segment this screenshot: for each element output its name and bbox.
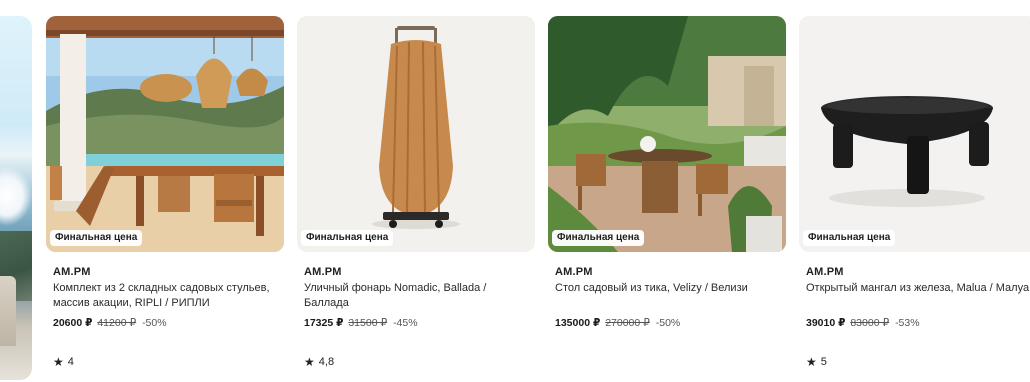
- product-image-clouds: [0, 166, 32, 226]
- brand-name[interactable]: AM.PM: [53, 266, 91, 278]
- discount-percent: -53%: [895, 317, 920, 329]
- price-row: 135000 ₽ 270000 ₽ -50%: [555, 317, 680, 329]
- product-image-chair: [0, 276, 16, 346]
- product-title[interactable]: Открытый мангал из железа, Malua / Малуа: [806, 281, 1030, 296]
- price-row: 20600 ₽ 41200 ₽ -50%: [53, 317, 167, 329]
- old-price: 83000 ₽: [850, 317, 890, 329]
- discount-percent: -50%: [142, 317, 167, 329]
- current-price: 39010 ₽: [806, 317, 846, 329]
- star-icon: ★: [806, 355, 817, 369]
- final-price-badge: Финальная цена: [301, 230, 394, 246]
- product-title[interactable]: Стол садовый из тика, Velizy / Велизи: [555, 281, 780, 296]
- rating: ★ 4,8: [304, 356, 334, 368]
- old-price: 41200 ₽: [97, 317, 137, 329]
- current-price: 20600 ₽: [53, 317, 93, 329]
- product-image[interactable]: Финальная цена: [799, 16, 1030, 252]
- discount-percent: -50%: [655, 317, 681, 329]
- old-price: 31500 ₽: [348, 317, 388, 329]
- brand-name[interactable]: AM.PM: [555, 266, 593, 278]
- rating-value: 5: [820, 356, 827, 368]
- product-card[interactable]: Финальная цена AM.PM Открытый мангал из …: [799, 16, 1030, 380]
- old-price: 270000 ₽: [605, 317, 650, 329]
- final-price-badge: Финальная цена: [50, 230, 143, 246]
- product-card[interactable]: Финальная цена AM.PM Уличный фонарь Noma…: [297, 16, 535, 380]
- star-icon: ★: [53, 355, 64, 369]
- product-image[interactable]: Финальная цена: [46, 16, 284, 252]
- product-image[interactable]: Финальная цена: [548, 16, 786, 252]
- current-price: 135000 ₽: [555, 317, 601, 329]
- current-price: 17325 ₽: [304, 317, 344, 329]
- rating-value: 4: [67, 356, 74, 368]
- rating-value: 4,8: [318, 356, 335, 368]
- previous-product-card[interactable]: [0, 16, 32, 380]
- final-price-badge: Финальная цена: [803, 230, 896, 246]
- price-row: 17325 ₽ 31500 ₽ -45%: [304, 317, 418, 329]
- product-card[interactable]: Финальная цена AM.PM Комплект из 2 склад…: [46, 16, 284, 380]
- brand-name[interactable]: AM.PM: [304, 266, 342, 278]
- rating: ★ 5: [806, 356, 827, 368]
- final-price-badge: Финальная цена: [552, 230, 645, 246]
- rating: ★ 4: [53, 356, 74, 368]
- product-title[interactable]: Комплект из 2 складных садовых стульев, …: [53, 281, 278, 311]
- product-card[interactable]: Финальная цена AM.PM Стол садовый из тик…: [548, 16, 786, 380]
- product-image[interactable]: Финальная цена: [297, 16, 535, 252]
- brand-name[interactable]: AM.PM: [806, 266, 844, 278]
- product-title[interactable]: Уличный фонарь Nomadic, Ballada / Баллад…: [304, 281, 529, 311]
- price-row: 39010 ₽ 83000 ₽ -53%: [806, 317, 920, 329]
- star-icon: ★: [304, 355, 315, 369]
- discount-percent: -45%: [393, 317, 418, 329]
